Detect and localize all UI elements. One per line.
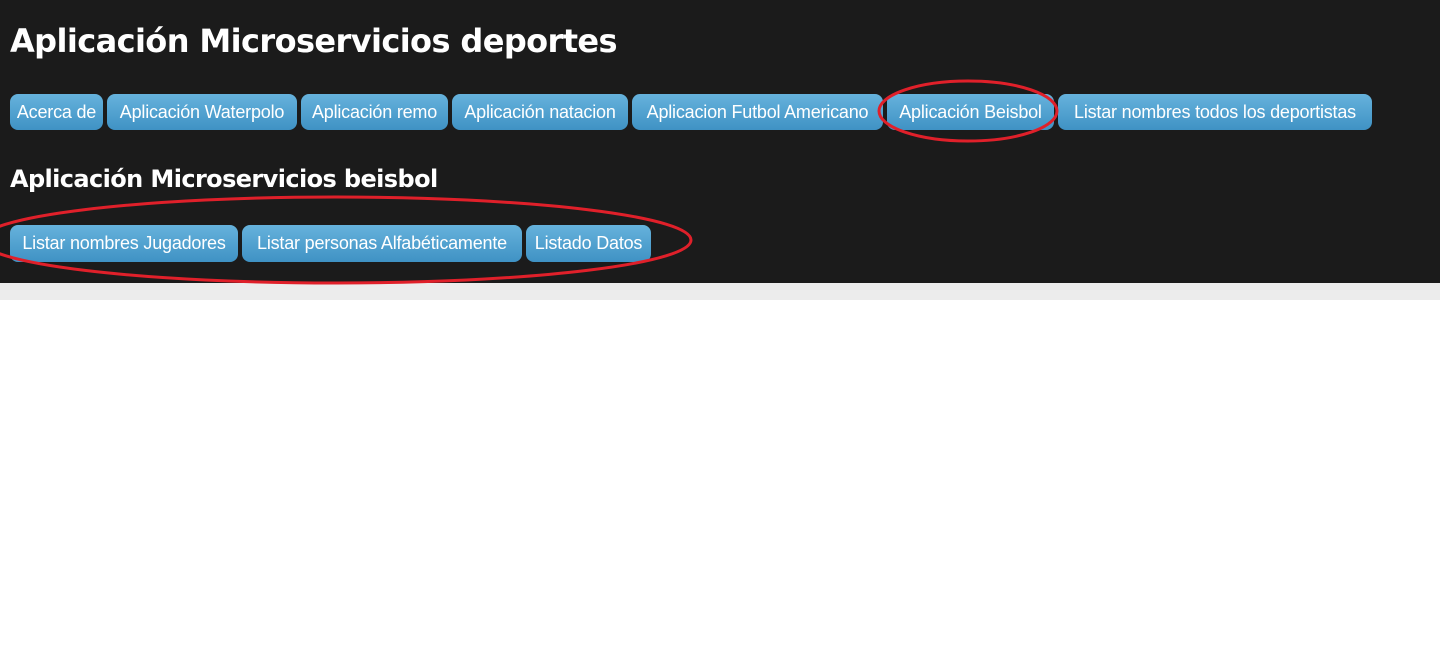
section-title: Aplicación Microservicios beisbol: [10, 165, 438, 193]
page: Aplicación Microservicios deportes Acerc…: [0, 0, 1440, 648]
nav-beisbol-button[interactable]: Aplicación Beisbol: [887, 94, 1054, 130]
nav-futbol-americano-button[interactable]: Aplicacion Futbol Americano: [632, 94, 883, 130]
nav-listar-deportistas-button[interactable]: Listar nombres todos los deportistas: [1058, 94, 1372, 130]
content-divider: [0, 283, 1440, 300]
app-header: Aplicación Microservicios deportes Acerc…: [0, 0, 1440, 283]
nav-waterpolo-button[interactable]: Aplicación Waterpolo: [107, 94, 297, 130]
nav-remo-button[interactable]: Aplicación remo: [301, 94, 448, 130]
listar-alfabeticamente-button[interactable]: Listar personas Alfabéticamente: [242, 225, 522, 262]
listado-datos-button[interactable]: Listado Datos: [526, 225, 651, 262]
listar-jugadores-button[interactable]: Listar nombres Jugadores: [10, 225, 238, 262]
page-title: Aplicación Microservicios deportes: [10, 22, 618, 60]
nav-natacion-button[interactable]: Aplicación natacion: [452, 94, 628, 130]
nav-acerca-de-button[interactable]: Acerca de: [10, 94, 103, 130]
